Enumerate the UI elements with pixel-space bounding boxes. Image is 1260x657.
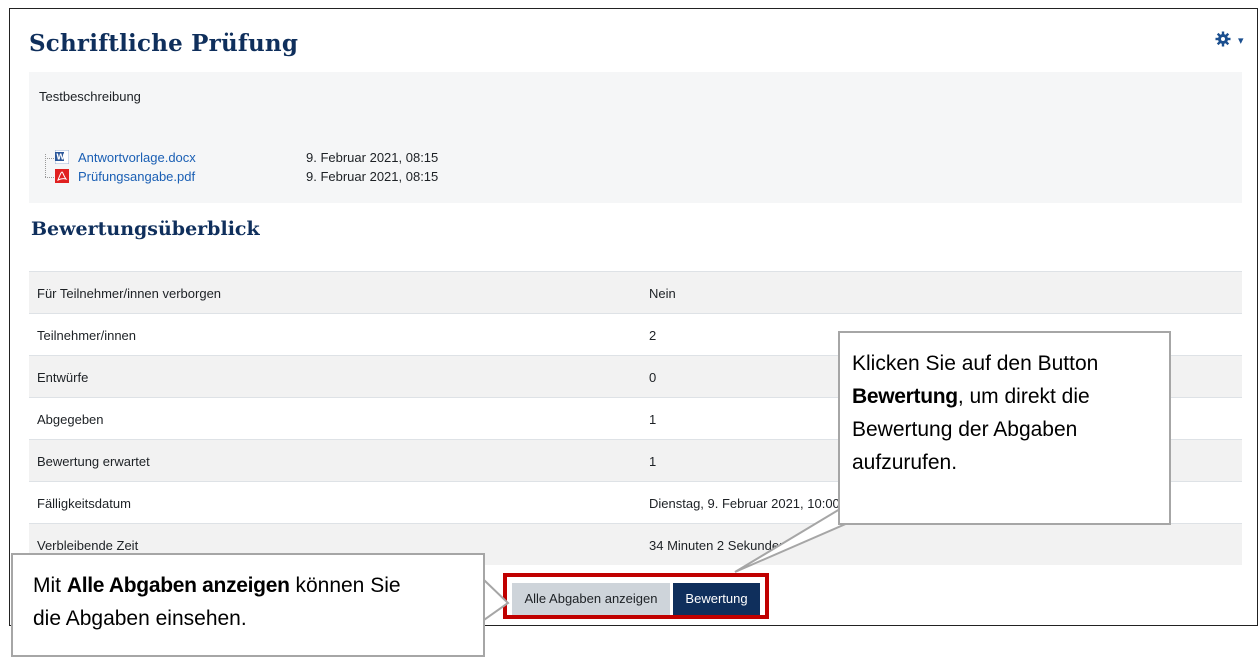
table-row: Für Teilnehmer/innen verborgen Nein xyxy=(29,271,1242,313)
svg-text:W: W xyxy=(56,153,65,162)
description-label: Testbeschreibung xyxy=(39,89,141,104)
row-label: Teilnehmer/innen xyxy=(37,328,137,343)
callout-grade-hint: Klicken Sie auf den Button Bewertung, um… xyxy=(838,331,1171,525)
row-label: Verbleibende Zeit xyxy=(37,538,139,553)
file-link-docx[interactable]: Antwortvorlage.docx xyxy=(78,150,196,165)
callout-text: können Sie xyxy=(289,574,401,597)
row-label: Bewertung erwartet xyxy=(37,454,150,469)
grading-summary-heading: Bewertungsüberblick xyxy=(31,218,260,240)
callout-text: Mit xyxy=(33,574,67,597)
row-value: 1 xyxy=(649,454,657,469)
row-label: Entwürfe xyxy=(37,370,89,385)
callout-line: Bewertung der Abgaben xyxy=(852,418,1078,441)
callout-line: Klicken Sie auf den Button xyxy=(852,352,1099,375)
callout-highlight: Alle Abgaben anzeigen xyxy=(66,574,290,597)
file-date: 9. Februar 2021, 08:15 xyxy=(306,150,439,165)
callout-line: Mit Alle Abgaben anzeigen können Sie xyxy=(33,569,473,602)
row-label: Für Teilnehmer/innen verborgen xyxy=(37,286,222,301)
callout-line: die Abgaben einsehen. xyxy=(33,607,247,630)
file-date: 9. Februar 2021, 08:15 xyxy=(306,169,439,184)
page-title: Schriftliche Prüfung xyxy=(29,30,299,57)
row-value: 0 xyxy=(649,370,657,385)
row-value: 2 xyxy=(649,328,657,343)
row-value: 34 Minuten 2 Sekunden xyxy=(649,538,787,553)
row-label: Fälligkeitsdatum xyxy=(37,496,131,511)
settings-menu-button[interactable]: ▾ xyxy=(1215,28,1247,48)
callout-line: aufzurufen. xyxy=(852,451,958,474)
callout-line: Bewertung, um direkt die xyxy=(852,380,1157,413)
word-file-icon: W xyxy=(54,149,70,165)
description-panel xyxy=(29,72,1242,203)
row-label: Abgegeben xyxy=(37,412,104,427)
view-all-submissions-button[interactable]: Alle Abgaben anzeigen xyxy=(512,583,670,615)
file-link-pdf[interactable]: Prüfungsangabe.pdf xyxy=(78,169,195,184)
row-value: Dienstag, 9. Februar 2021, 10:00 xyxy=(649,496,840,511)
gear-icon xyxy=(1215,28,1236,48)
callout-text: , um direkt die xyxy=(957,385,1090,408)
pdf-file-icon xyxy=(55,169,69,183)
row-value: 1 xyxy=(649,412,657,427)
callout-view-all-hint: Mit Alle Abgaben anzeigen können Sie die… xyxy=(11,553,485,657)
chevron-down-icon: ▾ xyxy=(1238,35,1244,47)
callout-highlight: Bewertung xyxy=(852,385,958,408)
grade-button[interactable]: Bewertung xyxy=(673,583,760,615)
row-value: Nein xyxy=(649,286,676,301)
